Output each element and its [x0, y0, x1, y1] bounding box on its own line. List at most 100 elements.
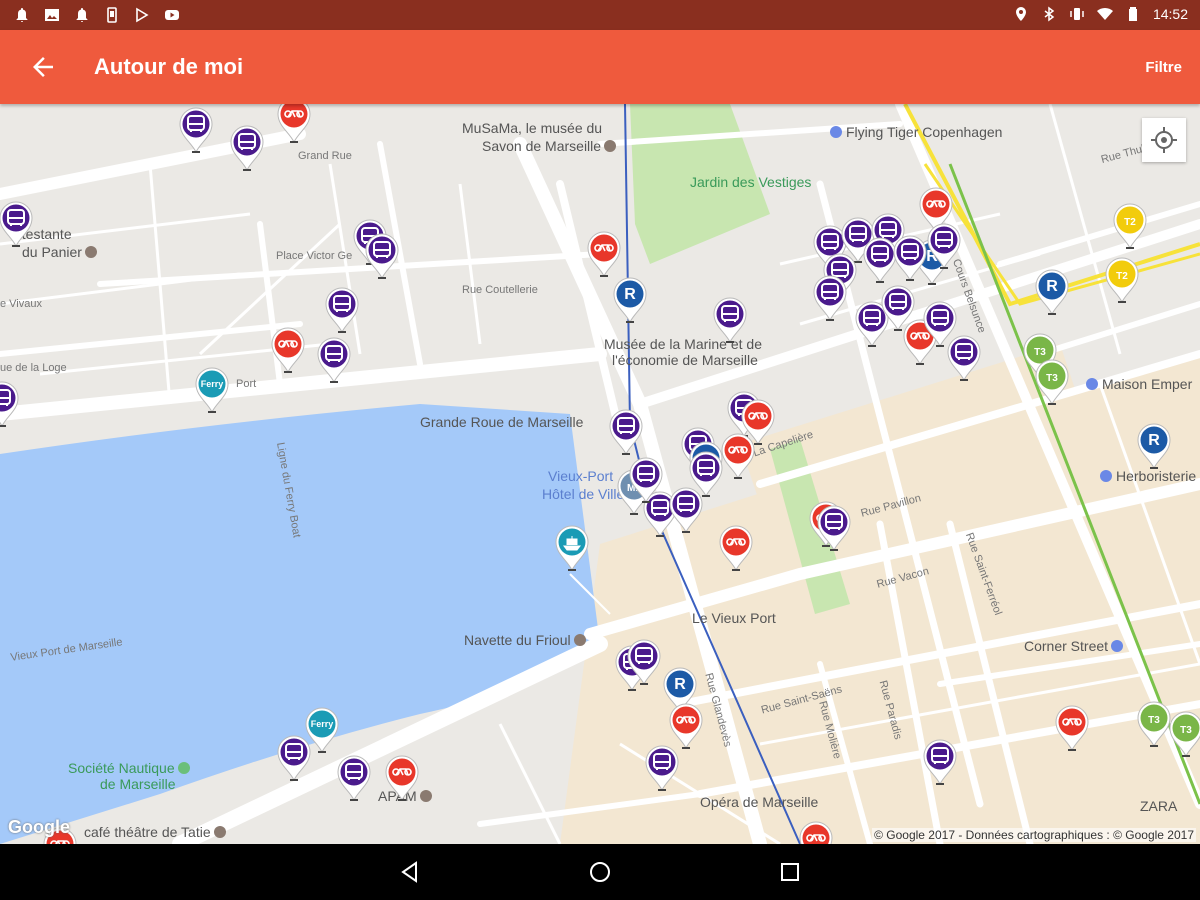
- transit-pin-bus[interactable]: [643, 744, 681, 792]
- battery-icon: [1128, 7, 1137, 21]
- transit-pin-tram-t2[interactable]: T2: [1103, 256, 1141, 304]
- bus-icon: [0, 201, 33, 248]
- transit-pin-bike[interactable]: [667, 702, 705, 750]
- transit-pin-bus[interactable]: [0, 380, 21, 428]
- map-label: Jardin des Vestiges: [690, 174, 812, 190]
- bus-icon: [893, 235, 927, 282]
- transit-pin-tram-t2[interactable]: T2: [1111, 202, 1149, 250]
- bike-icon: [271, 327, 305, 374]
- pin-label: R: [1046, 278, 1058, 295]
- transit-pin-bus[interactable]: [891, 234, 929, 282]
- map-label: Flying Tiger Copenhagen: [830, 124, 1002, 140]
- transit-pin-bus[interactable]: [335, 754, 373, 802]
- bike-icon: [799, 821, 833, 844]
- bike-icon: [719, 525, 753, 572]
- bus-icon: [669, 487, 703, 534]
- pin-label: T2: [1124, 217, 1136, 228]
- bus-icon: [609, 409, 643, 456]
- transit-pin-bus[interactable]: [627, 456, 665, 504]
- transit-pin-bus[interactable]: [315, 336, 353, 384]
- map-copyright: © Google 2017 - Données cartographiques …: [872, 828, 1196, 842]
- map-label: Savon de Marseille: [482, 138, 617, 154]
- map-label: Société Nautique: [68, 760, 190, 776]
- tram-t3-icon: T3: [1035, 359, 1069, 406]
- transit-pin-bus[interactable]: [921, 738, 959, 786]
- transit-pin-bus[interactable]: [667, 486, 705, 534]
- transit-pin-bike[interactable]: [719, 432, 757, 480]
- status-notifications: [14, 7, 180, 23]
- transit-pin-bus[interactable]: [363, 232, 401, 280]
- map-view[interactable]: MuSaMa, le musée du Savon de Marseille F…: [0, 104, 1200, 844]
- map-label: Vieux-Port: [548, 468, 614, 484]
- transit-pin-bus[interactable]: [711, 296, 749, 344]
- transit-pin-bike[interactable]: [585, 230, 623, 278]
- map-label: Grande Roue de Marseille: [420, 414, 584, 430]
- transit-pin-bike[interactable]: [1053, 704, 1091, 752]
- bus-icon: [179, 107, 213, 154]
- transit-pin-bus[interactable]: [177, 106, 215, 154]
- bike-icon: [277, 104, 311, 144]
- google-logo: Google: [8, 817, 70, 837]
- transit-pin-bus[interactable]: [275, 734, 313, 782]
- play-store-icon: [136, 7, 149, 23]
- youtube-icon: [165, 10, 179, 20]
- map-label: Grand Rue: [298, 150, 352, 162]
- notification-icon: [16, 8, 28, 22]
- tram-t2-icon: T2: [1113, 203, 1147, 250]
- bus-icon: [0, 381, 19, 428]
- filter-button[interactable]: Filtre: [1145, 59, 1182, 76]
- tram-t2-icon: T2: [1105, 257, 1139, 304]
- bike-icon: [721, 433, 755, 480]
- transit-pin-bus[interactable]: [815, 504, 853, 552]
- map-label: Opéra de Marseille: [700, 794, 819, 810]
- system-nav-bar: [0, 844, 1200, 900]
- map-label: café théâtre de Tatie: [84, 824, 226, 840]
- transit-pin-bus[interactable]: [607, 408, 645, 456]
- bus-icon: [813, 275, 847, 322]
- transit-pin-bike[interactable]: [275, 104, 313, 144]
- transit-pin-bus[interactable]: [323, 286, 361, 334]
- recents-icon[interactable]: [778, 860, 802, 884]
- transit-pin-bike[interactable]: [797, 820, 835, 844]
- back-arrow-icon[interactable]: [28, 52, 58, 82]
- map-label: Rue Coutellerie: [462, 284, 538, 296]
- transit-pin-bus[interactable]: [945, 334, 983, 382]
- my-location-button[interactable]: [1142, 118, 1186, 162]
- bus-icon: [277, 735, 311, 782]
- transit-pin-bike[interactable]: [269, 326, 307, 374]
- crosshair-icon: [1151, 127, 1177, 153]
- transit-pin-bus[interactable]: [0, 200, 35, 248]
- transit-pin-ferry[interactable]: Ferry: [193, 366, 231, 414]
- map-label: Hôtel de Ville: [542, 486, 625, 502]
- bus-icon: [627, 639, 661, 686]
- transit-pin-rtm[interactable]: R: [1135, 422, 1173, 470]
- transit-pin-bike[interactable]: [383, 754, 421, 802]
- map-label: Navette du Frioul: [464, 632, 586, 648]
- location-icon: [1015, 7, 1026, 21]
- bus-icon: [337, 755, 371, 802]
- map-label: ue de la Loge: [0, 362, 67, 374]
- vibrate-icon: [1070, 8, 1084, 20]
- transit-pin-bus[interactable]: [625, 638, 663, 686]
- status-bar: 14:52: [0, 0, 1200, 30]
- transit-pin-rtm[interactable]: R: [1033, 268, 1071, 316]
- map-label: Herboristerie: [1100, 468, 1196, 484]
- notification-icon: [76, 8, 88, 22]
- transit-pin-rtm[interactable]: R: [611, 276, 649, 324]
- tram-t3-icon: T3: [1169, 711, 1200, 758]
- transit-pin-bus[interactable]: [811, 274, 849, 322]
- transit-pin-bus[interactable]: [925, 222, 963, 270]
- bluetooth-icon: [1044, 6, 1055, 22]
- transit-pin-bus[interactable]: [228, 124, 266, 172]
- bus-icon: [317, 337, 351, 384]
- pin-label: R: [1148, 432, 1160, 449]
- transit-pin-boat[interactable]: [553, 524, 591, 572]
- bike-icon: [385, 755, 419, 802]
- transit-pin-tram-t3[interactable]: T3: [1033, 358, 1071, 406]
- back-icon[interactable]: [398, 860, 422, 884]
- transit-pin-bike[interactable]: [717, 524, 755, 572]
- bus-icon: [325, 287, 359, 334]
- home-icon[interactable]: [588, 860, 612, 884]
- transit-pin-tram-t3[interactable]: T3: [1167, 710, 1200, 758]
- app-bar: Autour de moi Filtre: [0, 30, 1200, 104]
